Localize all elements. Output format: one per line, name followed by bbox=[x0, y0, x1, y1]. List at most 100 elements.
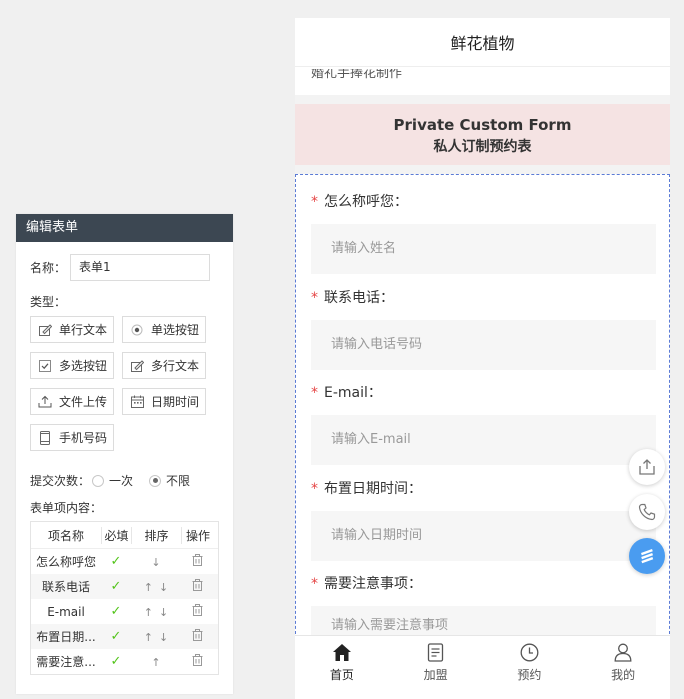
table-row: 布置日期... ✓ ↑ ↓ bbox=[31, 624, 218, 649]
type-label-text: 多选按钮 bbox=[59, 359, 108, 373]
move-up-icon[interactable]: ↑ bbox=[144, 581, 153, 594]
banner-title-cn: 私人订制预约表 bbox=[433, 139, 532, 155]
type-file-upload-button[interactable]: 文件上传 bbox=[30, 388, 114, 415]
field-email: * E-mail： 请输入E-mail bbox=[311, 382, 656, 465]
tab-join[interactable]: 加盟 bbox=[389, 636, 483, 699]
preview-title: 鲜花植物 bbox=[295, 18, 670, 67]
clock-icon bbox=[520, 643, 539, 662]
tab-label: 预约 bbox=[517, 668, 542, 682]
submit-unlimited-radio[interactable]: 不限 bbox=[149, 472, 190, 489]
service-logo-icon bbox=[641, 549, 654, 564]
field-phone: * 联系电话： 请输入电话号码 bbox=[311, 287, 656, 370]
type-radio-button[interactable]: 单选按钮 bbox=[122, 316, 206, 343]
tab-booking[interactable]: 预约 bbox=[483, 636, 577, 699]
service-button[interactable] bbox=[629, 538, 665, 574]
required-check-icon[interactable]: ✓ bbox=[111, 629, 122, 644]
form-editor-panel: 编辑表单 名称： 表单1 类型： 单行文本 单选按钮 多选按钮 多行文本 文件上… bbox=[16, 214, 233, 694]
trash-icon[interactable] bbox=[192, 579, 203, 591]
submit-once-radio[interactable]: 一次 bbox=[92, 472, 133, 489]
submit-count-row: 提交次数： 一次 不限 bbox=[30, 472, 204, 489]
tab-home[interactable]: 首页 bbox=[295, 636, 389, 699]
type-multiline-text-button[interactable]: 多行文本 bbox=[122, 352, 206, 379]
radio-icon bbox=[92, 474, 105, 487]
type-checkbox-button[interactable]: 多选按钮 bbox=[30, 352, 114, 379]
name-row: 名称： 表单1 bbox=[30, 254, 211, 281]
required-check-icon[interactable]: ✓ bbox=[111, 579, 122, 594]
email-input[interactable]: 请输入E-mail bbox=[311, 415, 656, 465]
required-star: * bbox=[311, 385, 318, 401]
column-header: 必填 bbox=[101, 526, 131, 544]
field-datetime: * 布置日期时间： 请输入日期时间 bbox=[311, 478, 656, 561]
user-icon bbox=[614, 643, 632, 662]
required-star: * bbox=[311, 194, 318, 210]
name-input[interactable]: 请输入姓名 bbox=[311, 224, 656, 274]
field-label: 需要注意事项： bbox=[324, 576, 422, 592]
form-banner: Private Custom Form 私人订制预约表 bbox=[295, 104, 670, 165]
move-down-icon[interactable]: ↓ bbox=[159, 581, 168, 594]
table-header-row: 项名称 必填 排序 操作 bbox=[31, 522, 218, 549]
required-check-icon[interactable]: ✓ bbox=[111, 604, 122, 619]
home-icon bbox=[332, 644, 351, 661]
radio-label: 不限 bbox=[166, 474, 191, 488]
item-name: 需要注意... bbox=[36, 655, 96, 669]
calendar-icon bbox=[130, 395, 144, 409]
table-row: E-mail ✓ ↑ ↓ bbox=[31, 599, 218, 624]
field-name: * 怎么称呼您： 请输入姓名 bbox=[311, 191, 656, 274]
divider-band bbox=[295, 165, 670, 174]
call-button[interactable] bbox=[629, 494, 665, 530]
required-check-icon[interactable]: ✓ bbox=[111, 654, 122, 669]
type-label-text: 多行文本 bbox=[151, 359, 200, 373]
tab-label: 加盟 bbox=[423, 668, 448, 682]
item-name: 怎么称呼您 bbox=[35, 555, 96, 569]
divider-band bbox=[295, 95, 670, 104]
move-down-icon[interactable]: ↓ bbox=[159, 606, 168, 619]
submit-count-label: 提交次数： bbox=[30, 474, 91, 488]
required-check-icon[interactable]: ✓ bbox=[111, 554, 122, 569]
move-down-icon[interactable]: ↓ bbox=[159, 631, 168, 644]
trash-icon[interactable] bbox=[192, 629, 203, 641]
edit-icon bbox=[38, 323, 52, 337]
trash-icon[interactable] bbox=[192, 604, 203, 616]
editor-title: 编辑表单 bbox=[16, 214, 233, 242]
type-datetime-button[interactable]: 日期时间 bbox=[122, 388, 206, 415]
item-name: 联系电话 bbox=[41, 580, 90, 594]
table-row: 怎么称呼您 ✓ ↓ bbox=[31, 549, 218, 574]
required-star: * bbox=[311, 290, 318, 306]
radio-icon bbox=[130, 323, 144, 337]
type-label-text: 手机号码 bbox=[59, 431, 108, 445]
type-single-text-button[interactable]: 单行文本 bbox=[30, 316, 114, 343]
share-button[interactable] bbox=[629, 449, 665, 485]
field-label: 怎么称呼您： bbox=[324, 194, 408, 210]
move-up-icon[interactable]: ↑ bbox=[144, 606, 153, 619]
move-down-icon[interactable]: ↓ bbox=[151, 556, 160, 569]
trash-icon[interactable] bbox=[192, 654, 203, 666]
table-row: 联系电话 ✓ ↑ ↓ bbox=[31, 574, 218, 599]
form-name-input[interactable]: 表单1 bbox=[70, 254, 211, 281]
type-label-text: 单选按钮 bbox=[151, 323, 200, 337]
radio-selected-icon bbox=[149, 474, 162, 487]
column-header: 排序 bbox=[131, 526, 181, 544]
phone-icon bbox=[38, 430, 52, 445]
move-up-icon[interactable]: ↑ bbox=[144, 631, 153, 644]
move-up-icon[interactable]: ↑ bbox=[151, 656, 160, 669]
type-mobile-number-button[interactable]: 手机号码 bbox=[30, 424, 114, 451]
banner-title-en: Private Custom Form bbox=[393, 116, 572, 134]
field-label: E-mail： bbox=[324, 385, 382, 401]
form-items-label: 表单项内容： bbox=[30, 501, 103, 515]
type-label-text: 日期时间 bbox=[151, 395, 200, 409]
item-name: E-mail bbox=[47, 604, 85, 619]
name-label: 名称： bbox=[30, 261, 67, 275]
tab-label: 我的 bbox=[611, 668, 636, 682]
document-icon bbox=[427, 643, 444, 662]
trash-icon[interactable] bbox=[192, 554, 203, 566]
field-label: 联系电话： bbox=[324, 290, 394, 306]
mobile-preview: 婚礼手捧花制作 鲜花植物 Private Custom Form 私人订制预约表… bbox=[295, 18, 670, 699]
table-row: 需要注意... ✓ ↑ bbox=[31, 649, 218, 674]
radio-label: 一次 bbox=[109, 474, 134, 488]
tab-mine[interactable]: 我的 bbox=[576, 636, 670, 699]
required-star: * bbox=[311, 576, 318, 592]
form-items-table: 项名称 必填 排序 操作 怎么称呼您 ✓ ↓ 联系电话 ✓ ↑ ↓ E-mail … bbox=[30, 521, 219, 675]
phone-input[interactable]: 请输入电话号码 bbox=[311, 320, 656, 370]
datetime-input[interactable]: 请输入日期时间 bbox=[311, 511, 656, 561]
checkbox-icon bbox=[38, 359, 52, 373]
